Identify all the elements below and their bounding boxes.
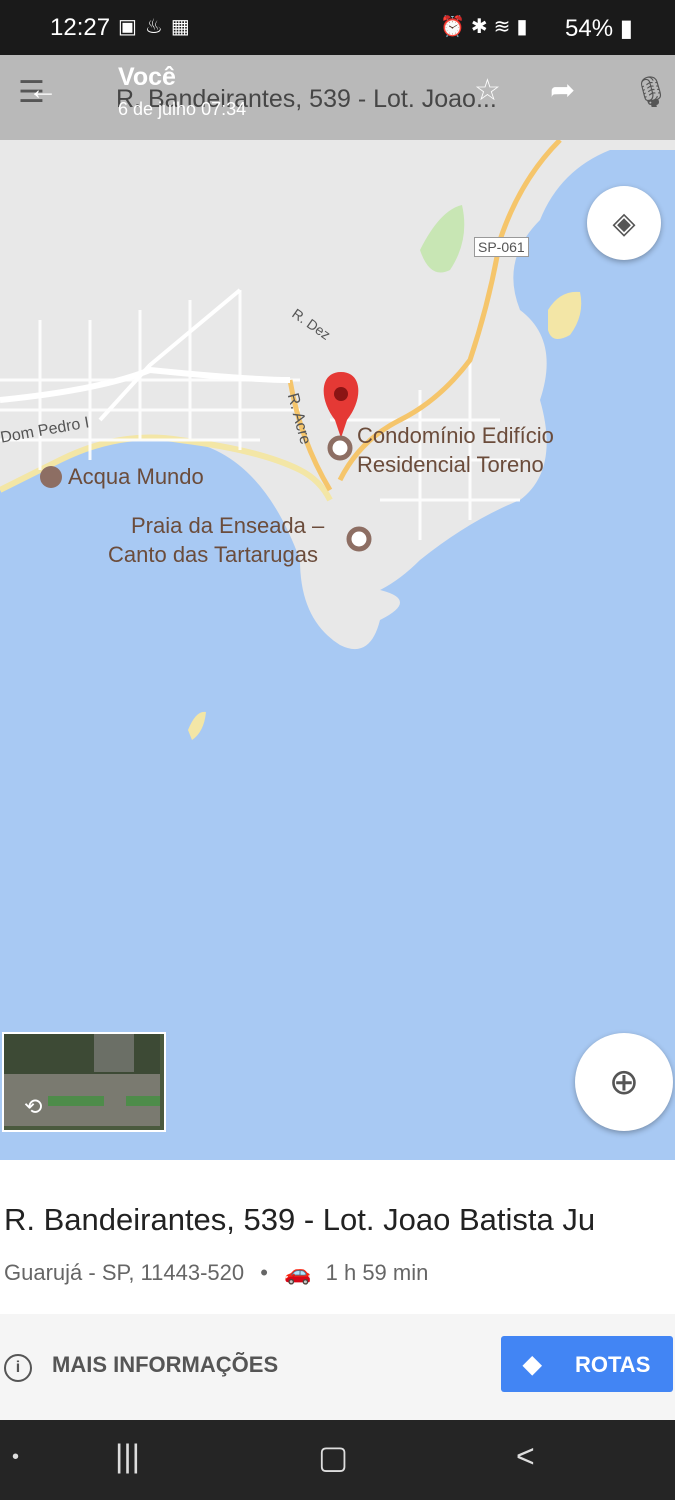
directions-icon: ◆ [523,1351,542,1378]
back-icon[interactable]: < [516,1438,535,1475]
battery-icon: ▮ [613,15,633,42]
photo-icon: ▣ [118,16,145,38]
app-icon: ♨ [144,16,171,38]
layers-button[interactable]: ◈ [587,186,661,260]
page-title: Você [118,63,176,91]
gallery-icon: ▦ [170,16,198,38]
island [548,291,582,339]
info-icon: i [4,1354,32,1382]
acqua-mundo-label[interactable]: Acqua Mundo [68,464,204,490]
map-view[interactable]: SP-061 R. Dez R. Acre Dom Pedro I Acqua … [0,140,675,1160]
sp061-road-label: SP-061 [474,237,529,257]
mic-icon[interactable]: 🎙 [632,75,670,110]
status-time: 12:27 [50,14,111,41]
car-icon: 🚗 [284,1260,312,1285]
action-row: i MAIS INFORMAÇÕES ◆ ROTAS [0,1314,675,1420]
place-meta: Guarujá - SP, 11443-520 • 🚗 1 h 59 min [4,1260,428,1286]
top-app-bar: R. Bandeirantes, 539 - Lot. Joao... ☰ ← … [0,55,675,140]
wifi-icon: ≋ [493,16,517,38]
page-subtitle: 6 de julho 07:34 [118,99,247,119]
place-card[interactable]: R. Bandeirantes, 539 - Lot. Joao Batista… [0,1160,675,1420]
condo-poi-marker [327,435,353,461]
nav-dot-icon: • [12,1446,20,1468]
status-bar: 12:27 ▣♨▦ ⏰✱≋▮ 54% ▮ [0,0,675,55]
status-notification-icons: ▣♨▦ [118,14,198,39]
recent-apps-icon[interactable]: ||| [115,1438,140,1475]
island-small [188,711,206,740]
system-nav-bar: • ||| ▢ < [0,1420,675,1500]
home-icon[interactable]: ▢ [318,1438,348,1476]
travel-time: 1 h 59 min [325,1260,429,1285]
directions-label: ROTAS [575,1352,651,1377]
signal-icon: ▮ [516,16,534,38]
back-arrow-icon[interactable]: ← [28,73,58,107]
my-location-button[interactable]: ⊕ [575,1033,673,1131]
map-canvas [0,140,675,740]
more-info-button[interactable]: i MAIS INFORMAÇÕES [4,1352,278,1382]
praia-poi-marker [346,526,372,552]
battery-level: 54% ▮ [565,15,633,42]
meta-separator: • [260,1260,268,1285]
alarm-icon: ⏰ [440,16,471,38]
more-info-label: MAIS INFORMAÇÕES [52,1352,279,1377]
street-view-thumbnail[interactable]: ⟲ [2,1032,166,1132]
status-system-icons: ⏰✱≋▮ [440,14,533,39]
star-icon[interactable]: ☆ [474,73,501,108]
rotate-360-icon: ⟲ [24,1094,43,1119]
place-location: Guarujá - SP, 11443-520 [4,1260,245,1285]
crosshair-icon: ⊕ [608,1061,640,1102]
condo-label-line2[interactable]: Residencial Toreno [357,452,544,478]
layers-icon: ◈ [612,206,636,240]
praia-label-line2[interactable]: Canto das Tartarugas [108,542,318,568]
share-icon[interactable]: ➦ [550,73,575,108]
condo-label-line1[interactable]: Condomínio Edifício [357,423,554,449]
directions-button[interactable]: ◆ ROTAS [501,1336,673,1392]
place-address: R. Bandeirantes, 539 - Lot. Joao Batista… [4,1202,596,1237]
bluetooth-icon: ✱ [470,16,494,38]
praia-label-line1[interactable]: Praia da Enseada – [131,513,324,539]
acqua-poi-marker [40,466,62,488]
